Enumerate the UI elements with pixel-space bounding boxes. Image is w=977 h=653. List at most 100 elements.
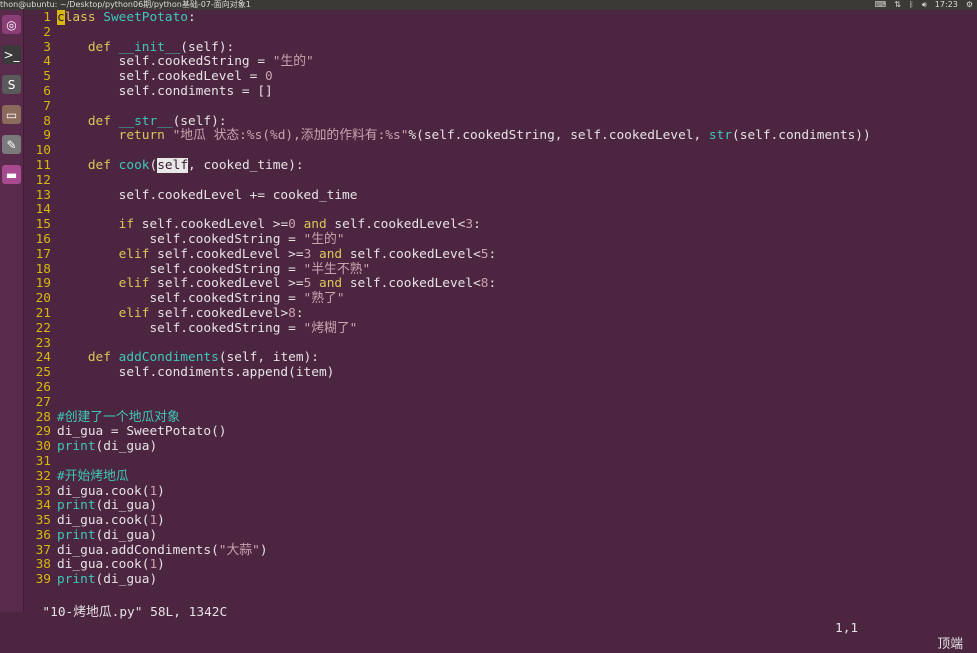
code-line[interactable]: 17 elif self.cookedLevel >=3 and self.co… <box>27 246 977 263</box>
name-token: __init__ <box>118 39 181 55</box>
code-token: self.cookedString = <box>57 261 304 277</box>
code-line[interactable]: 20 self.cookedString = "熟了" <box>27 291 977 307</box>
line-number: 32 <box>35 468 51 484</box>
line-number: 35 <box>35 513 51 529</box>
line-number: 33 <box>35 483 51 499</box>
code-line[interactable]: 14 <box>27 203 977 218</box>
line-number: 5 <box>43 69 51 85</box>
code-line[interactable]: 33 di_gua.cook(1) <box>27 483 977 500</box>
sublime-text-icon[interactable]: S <box>2 75 21 94</box>
literal-token: "生的" <box>303 231 345 247</box>
code-line[interactable]: 31 <box>27 453 977 470</box>
code-token: (di_gua) <box>95 572 158 588</box>
code-line[interactable]: 38 di_gua.cook(1) <box>27 558 977 573</box>
code-line[interactable]: 2 <box>27 25 977 41</box>
code-line[interactable]: 35 di_gua.cook(1) <box>27 513 977 529</box>
system-tray: ⌨ ⇅ ᛒ 🔊︎ 17:23 ⚙ <box>875 0 973 10</box>
code-token: : <box>488 276 497 292</box>
code-token: , cooked_time): <box>188 157 304 173</box>
line-number: 28 <box>35 409 51 425</box>
code-line[interactable]: 4 self.cookedString = "生的" <box>27 54 977 70</box>
launcher: ◎ >_ S ▭ ✎ ▬ <box>0 10 24 612</box>
keyword-token: elif <box>118 305 158 321</box>
terminal-icon[interactable]: >_ <box>2 45 21 64</box>
code-line[interactable]: 21 elif self.cookedLevel>8: <box>27 305 977 322</box>
keyword-token: lass <box>64 10 104 25</box>
network-icon[interactable]: ⇅ <box>894 0 901 10</box>
name-token: cook <box>118 157 150 173</box>
code-line[interactable]: 11 def cook(self, cooked_time): <box>27 157 977 174</box>
name-token: print <box>57 439 96 455</box>
line-number: 36 <box>35 527 51 543</box>
code-line[interactable]: 19 elif self.cookedLevel >=5 and self.co… <box>27 276 977 292</box>
bluetooth-icon[interactable]: ᛒ <box>909 0 914 10</box>
line-number: 14 <box>35 202 51 218</box>
code-line[interactable]: 12 <box>27 173 977 189</box>
code-line[interactable]: 37 di_gua.addCondiments("大蒜") <box>27 543 977 559</box>
code-token: ) <box>157 483 165 499</box>
code-line[interactable]: 34 print(di_gua) <box>27 498 977 514</box>
name-token: __str__ <box>118 113 173 129</box>
line-number: 27 <box>35 394 51 410</box>
code-token: self.cookedLevel += cooked_time <box>57 187 358 203</box>
code-line[interactable]: 5 self.cookedLevel = 0 <box>27 69 977 85</box>
line-number: 34 <box>35 498 51 514</box>
literal-token: 0 <box>265 69 273 85</box>
code-token: self.cookedString = <box>57 54 273 70</box>
app-icon[interactable]: ▬ <box>2 165 21 184</box>
code-line[interactable]: 26 <box>27 380 977 396</box>
code-line[interactable]: 15 if self.cookedLevel >=0 and self.cook… <box>27 217 977 233</box>
name-token: print <box>57 527 96 543</box>
code-line[interactable]: 23 <box>27 336 977 352</box>
line-number: 8 <box>43 113 51 129</box>
literal-token: "熟了" <box>303 291 345 307</box>
line-number: 24 <box>35 350 51 366</box>
code-token: di_gua.cook( <box>57 483 150 499</box>
vim-editor[interactable]: 1 class SweetPotato: 2 3 def __init__(self)… <box>27 10 977 588</box>
line-number: 31 <box>35 453 51 469</box>
line-number: 17 <box>35 246 51 262</box>
code-token: self.cookedLevel >= <box>157 276 304 292</box>
code-token: %(self.cookedString, self.cookedLevel, <box>408 128 709 144</box>
code-line[interactable]: 39 print(di_gua) <box>27 572 977 588</box>
code-line[interactable]: 7 <box>27 99 977 115</box>
code-line[interactable]: 28 #创建了一个地瓜对象 <box>27 409 977 426</box>
settings-icon[interactable]: ✎ <box>2 135 21 154</box>
code-line[interactable]: 6 self.condiments = [] <box>27 84 977 100</box>
literal-token: "半生不熟" <box>303 261 371 277</box>
code-line[interactable]: 13 self.cookedLevel += cooked_time <box>27 187 977 204</box>
name-token: print <box>57 572 96 588</box>
code-line[interactable]: 25 self.condiments.append(item) <box>27 365 977 381</box>
ubuntu-dash-icon[interactable]: ◎ <box>2 15 21 34</box>
code-line[interactable]: 27 <box>27 394 977 411</box>
code-token: : <box>295 305 304 321</box>
line-number: 11 <box>35 157 51 173</box>
code-line[interactable]: 22 self.cookedString = "烤糊了" <box>27 320 977 337</box>
code-token: (di_gua) <box>95 498 158 514</box>
code-token: : <box>188 10 196 25</box>
keyboard-icon[interactable]: ⌨ <box>875 0 887 10</box>
scroll-position: 顶端 <box>937 637 963 652</box>
code-line[interactable]: 18 self.cookedString = "半生不熟" <box>27 261 977 278</box>
code-line[interactable]: 9 return "地瓜 状态:%s(%d),添加的作料有:%s"%(self.… <box>27 128 977 144</box>
code-line[interactable]: 24 def addCondiments(self, item): <box>27 350 977 366</box>
code-token: : <box>488 246 497 262</box>
volume-icon[interactable]: 🔊︎ <box>922 0 927 10</box>
code-token: self.cookedString = <box>57 320 304 336</box>
files-icon[interactable]: ▭ <box>2 105 21 124</box>
code-line[interactable]: 30 print(di_gua) <box>27 439 977 455</box>
gear-icon[interactable]: ⚙ <box>966 0 973 10</box>
clock[interactable]: 17:23 <box>935 0 958 10</box>
code-line[interactable]: 29 di_gua = SweetPotato() <box>27 424 977 440</box>
code-line[interactable]: 32 #开始烤地瓜 <box>27 468 977 485</box>
code-line[interactable]: 10 <box>27 143 977 159</box>
literal-token: "生的" <box>272 54 314 70</box>
code-line[interactable]: 16 self.cookedString = "生的" <box>27 231 977 248</box>
code-line[interactable]: 1 class SweetPotato: <box>27 10 977 26</box>
literal-token: 1 <box>149 513 158 529</box>
code-token: ) <box>157 513 165 529</box>
code-line[interactable]: 36 print(di_gua) <box>27 527 977 544</box>
code-token: (self): <box>172 113 227 129</box>
